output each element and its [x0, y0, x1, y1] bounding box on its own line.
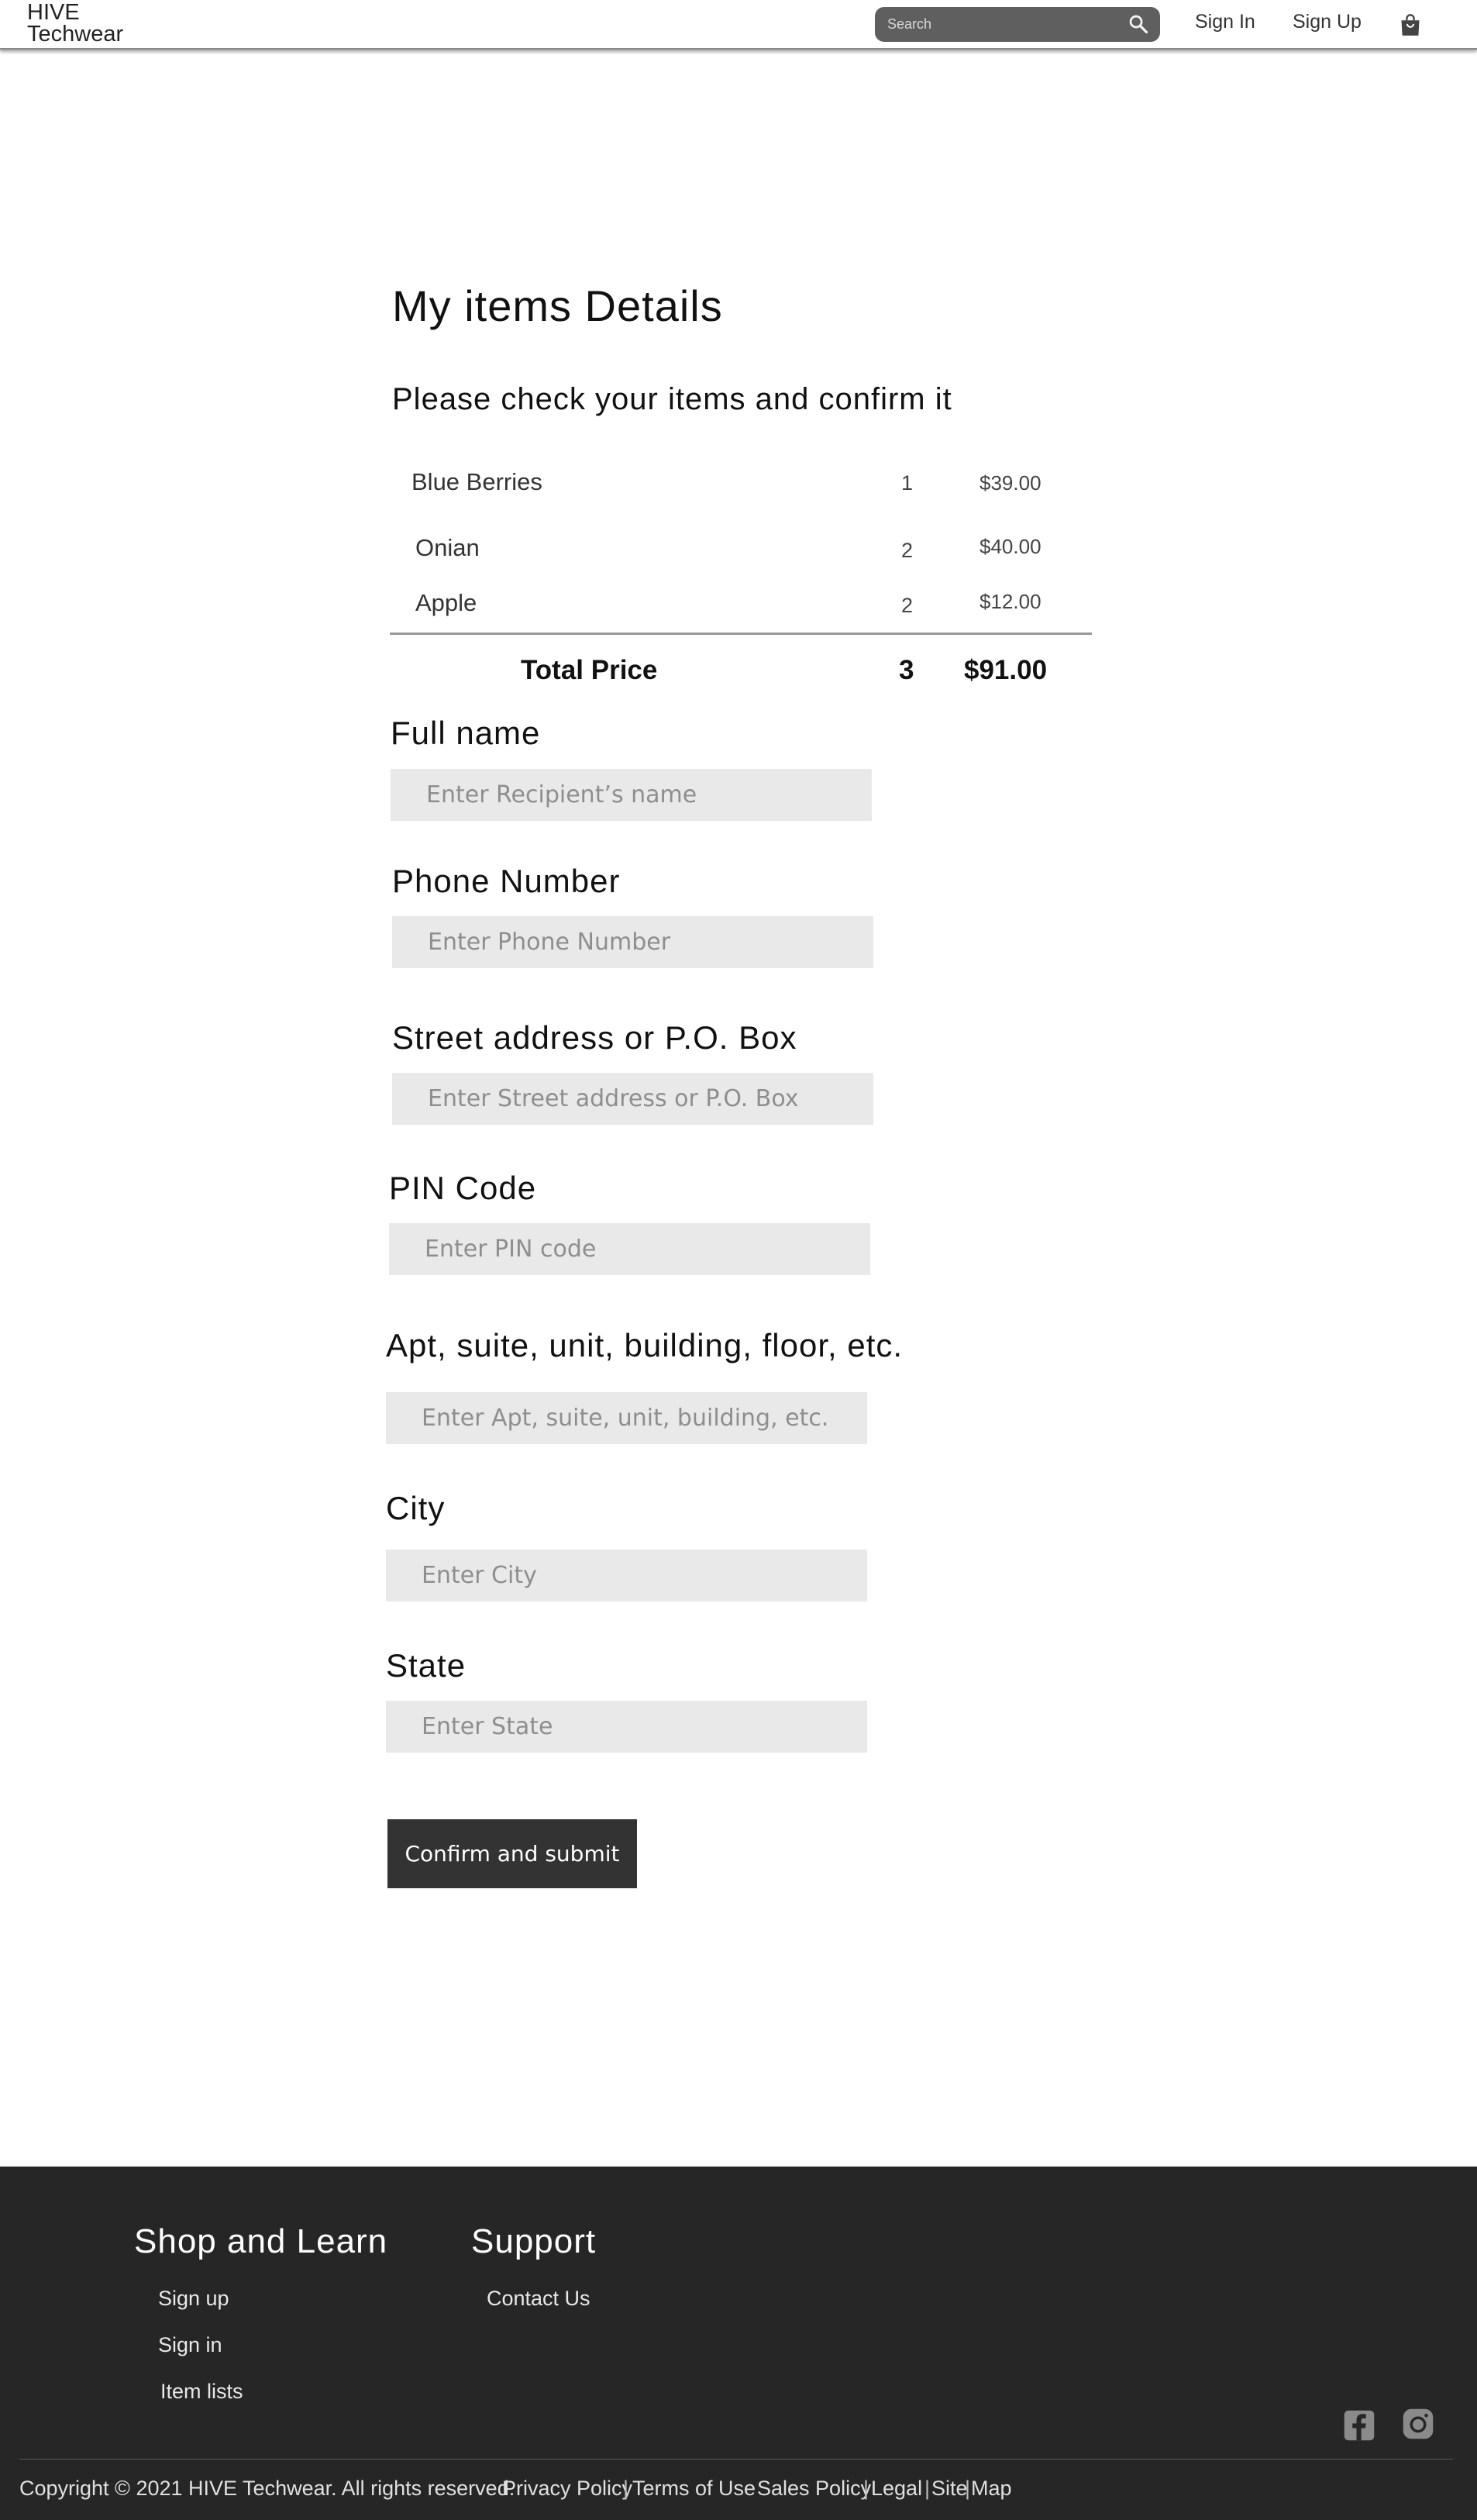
- legal-separator: |: [623, 2477, 629, 2500]
- logo[interactable]: HIVE Techwear: [27, 0, 124, 47]
- apt-suite-input[interactable]: [386, 1392, 867, 1444]
- total-quantity: 3: [899, 655, 914, 685]
- map-link[interactable]: Map: [971, 2477, 1012, 2501]
- footer-link-item-lists[interactable]: Item lists: [160, 2380, 243, 2404]
- footer-heading-support: Support: [471, 2222, 597, 2260]
- item-quantity: 1: [901, 471, 914, 495]
- footer: Shop and Learn Sign up Sign in Item list…: [0, 2167, 1477, 2520]
- legal-link[interactable]: Legal: [871, 2477, 922, 2501]
- street-address-input[interactable]: [392, 1073, 873, 1125]
- legal-separator: |: [924, 2477, 931, 2500]
- legal-separator: |: [863, 2477, 869, 2500]
- state-label: State: [386, 1647, 467, 1684]
- item-name: Onian: [415, 534, 480, 561]
- search-bar: [875, 7, 1160, 42]
- item-price: $40.00: [980, 535, 1041, 558]
- item-price: $12.00: [980, 590, 1041, 613]
- facebook-icon[interactable]: [1343, 2409, 1375, 2442]
- city-input[interactable]: [386, 1550, 867, 1601]
- confirm-submit-button[interactable]: Confirm and submit: [387, 1819, 637, 1888]
- phone-number-label: Phone Number: [392, 863, 621, 899]
- sign-up-link[interactable]: Sign Up: [1293, 11, 1362, 33]
- footer-link-sign-in[interactable]: Sign in: [158, 2333, 222, 2357]
- summary-divider: [390, 633, 1092, 635]
- item-price: $39.00: [980, 471, 1041, 495]
- item-quantity: 2: [901, 539, 914, 562]
- sign-in-link[interactable]: Sign In: [1195, 11, 1255, 33]
- site-link[interactable]: Site: [931, 2477, 968, 2501]
- pin-code-label: PIN Code: [389, 1170, 537, 1206]
- footer-link-sign-up[interactable]: Sign up: [158, 2287, 229, 2311]
- full-name-label: Full name: [391, 715, 541, 751]
- order-item-row: Apple 2 $12.00: [387, 578, 1085, 625]
- pin-code-input[interactable]: [389, 1223, 870, 1275]
- sales-policy-link[interactable]: Sales Policy: [757, 2477, 871, 2501]
- item-name: Apple: [415, 589, 477, 616]
- phone-number-input[interactable]: [392, 916, 873, 968]
- instagram-icon[interactable]: [1402, 2408, 1434, 2440]
- footer-heading-shop: Shop and Learn: [134, 2222, 388, 2260]
- total-price-label: Total Price: [521, 655, 658, 685]
- footer-link-contact-us[interactable]: Contact Us: [487, 2287, 590, 2311]
- page-subtitle: Please check your items and confirm it: [392, 382, 952, 416]
- city-label: City: [386, 1490, 446, 1526]
- search-input[interactable]: [887, 12, 1120, 36]
- logo-line-2: Techwear: [27, 22, 124, 47]
- terms-of-use-link[interactable]: Terms of Use: [632, 2477, 756, 2501]
- search-icon[interactable]: [1128, 13, 1149, 35]
- order-item-row: Onian 2 $40.00: [387, 523, 1085, 570]
- page-title: My items Details: [392, 281, 723, 330]
- top-navbar: HIVE Techwear Sign In Sign Up: [0, 0, 1477, 50]
- total-price-value: $91.00: [964, 655, 1048, 685]
- logo-line-1: HIVE: [27, 0, 80, 25]
- copyright-text: Copyright © 2021 HIVE Techwear. All righ…: [19, 2477, 515, 2500]
- privacy-policy-link[interactable]: Privacy Policy: [502, 2477, 632, 2501]
- item-name: Blue Berries: [411, 468, 542, 495]
- state-input[interactable]: [386, 1701, 867, 1753]
- apt-suite-label: Apt, suite, unit, building, floor, etc.: [386, 1327, 904, 1363]
- full-name-input[interactable]: [391, 769, 872, 821]
- footer-divider: [19, 2459, 1453, 2460]
- street-address-label: Street address or P.O. Box: [392, 1019, 797, 1056]
- item-quantity: 2: [901, 594, 914, 617]
- legal-separator: |: [965, 2477, 971, 2500]
- order-item-row: Blue Berries 1 $39.00: [387, 457, 1085, 504]
- shopping-bag-icon[interactable]: [1400, 13, 1421, 36]
